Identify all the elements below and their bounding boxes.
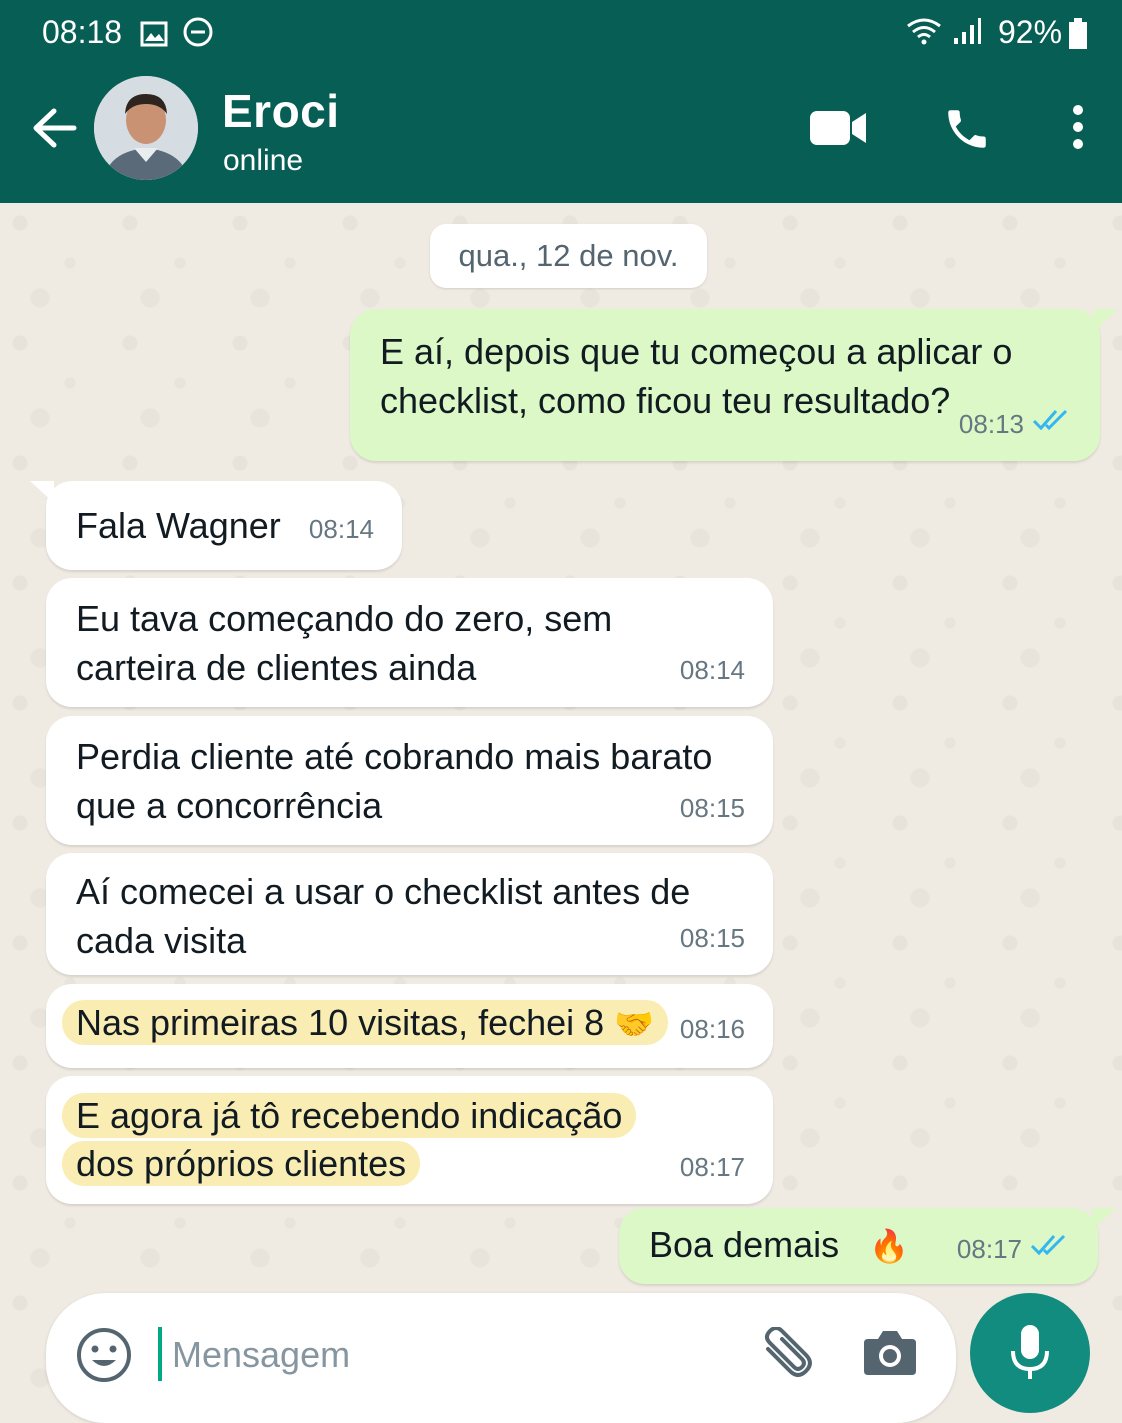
message-time: 08:15 — [679, 923, 745, 953]
message-text: Boa demais — [649, 1224, 840, 1265]
message-meta: 08:14 — [309, 505, 374, 554]
phone-icon[interactable] — [940, 104, 994, 159]
chat-header: 08:18 92% Eroci online — [0, 0, 1122, 203]
fire-emoji: 🔥 — [869, 1228, 909, 1264]
message-input[interactable] — [170, 1325, 714, 1385]
highlighted-text: Nas primeiras 10 visitas, fechei 8 🤝 — [62, 1000, 669, 1045]
highlighted-text: E agora já tô recebendo indicação dos pr… — [62, 1093, 637, 1186]
incoming-message[interactable]: Eu tava começando do zero, sem carteira … — [46, 578, 773, 707]
outgoing-message[interactable]: Boa demais 🔥 08:17 — [619, 1208, 1098, 1284]
message-composer — [46, 1293, 956, 1423]
message-meta: 08:17 — [680, 1143, 745, 1192]
handshake-emoji: 🤝 — [614, 1006, 655, 1042]
camera-icon[interactable] — [862, 1327, 918, 1384]
video-camera-icon[interactable] — [808, 108, 868, 153]
battery-percentage: 92% — [998, 14, 1063, 50]
do-not-disturb-icon — [182, 16, 214, 56]
status-bar: 08:18 92% — [0, 10, 1122, 54]
message-text-highlighted: E agora já tô recebendo indicação dos pr… — [62, 1092, 683, 1188]
incoming-message[interactable]: Perdia cliente até cobrando mais barato … — [46, 716, 773, 845]
arrow-left-icon[interactable] — [30, 106, 78, 155]
message-time: 08:17 — [679, 1152, 745, 1182]
message-meta: 08:16 — [680, 1005, 745, 1054]
message-time: 08:13 — [958, 409, 1024, 439]
message-meta: 08:15 — [680, 914, 745, 963]
message-time: 08:15 — [679, 793, 745, 823]
battery-icon — [1068, 18, 1088, 58]
paperclip-icon[interactable] — [756, 1326, 816, 1388]
message-time: 08:14 — [308, 514, 374, 544]
double-check-icon — [1030, 1225, 1070, 1274]
incoming-message[interactable]: Nas primeiras 10 visitas, fechei 8 🤝 08:… — [46, 984, 773, 1068]
message-meta: 08:13 — [959, 400, 1072, 449]
message-text: Perdia cliente até cobrando mais barato … — [76, 736, 713, 826]
message-text: Eu tava começando do zero, sem carteira … — [76, 598, 613, 688]
more-vertical-icon[interactable] — [1068, 104, 1088, 155]
contact-name[interactable]: Eroci — [222, 84, 340, 138]
smiley-icon[interactable] — [76, 1327, 132, 1388]
message-meta: 08:17 — [957, 1225, 1070, 1274]
wifi-icon — [904, 16, 944, 54]
message-text: Aí comecei a usar o checklist antes de c… — [76, 871, 691, 961]
microphone-icon[interactable] — [970, 1293, 1090, 1413]
incoming-message[interactable]: E agora já tô recebendo indicação dos pr… — [46, 1076, 773, 1204]
outgoing-message[interactable]: E aí, depois que tu começou a aplicar o … — [350, 309, 1100, 461]
text-cursor — [158, 1327, 162, 1381]
avatar[interactable] — [94, 76, 198, 180]
message-text: Nas primeiras 10 visitas, fechei 8 — [76, 1002, 605, 1043]
message-text-highlighted: Nas primeiras 10 visitas, fechei 8 🤝 — [62, 998, 669, 1049]
signal-strength-icon — [952, 16, 982, 54]
status-time: 08:18 — [42, 14, 123, 50]
incoming-message[interactable]: Fala Wagner 08:14 — [46, 481, 402, 570]
gallery-notification-icon — [140, 18, 168, 55]
message-time: 08:17 — [956, 1234, 1022, 1264]
message-meta: 08:15 — [680, 784, 745, 833]
message-time: 08:16 — [679, 1014, 745, 1044]
contact-status: online — [223, 144, 304, 177]
double-check-icon — [1032, 400, 1072, 449]
incoming-message[interactable]: Aí comecei a usar o checklist antes de c… — [46, 853, 773, 975]
message-meta: 08:14 — [680, 646, 745, 695]
message-time: 08:14 — [679, 655, 745, 685]
date-separator: qua., 12 de nov. — [430, 224, 707, 288]
